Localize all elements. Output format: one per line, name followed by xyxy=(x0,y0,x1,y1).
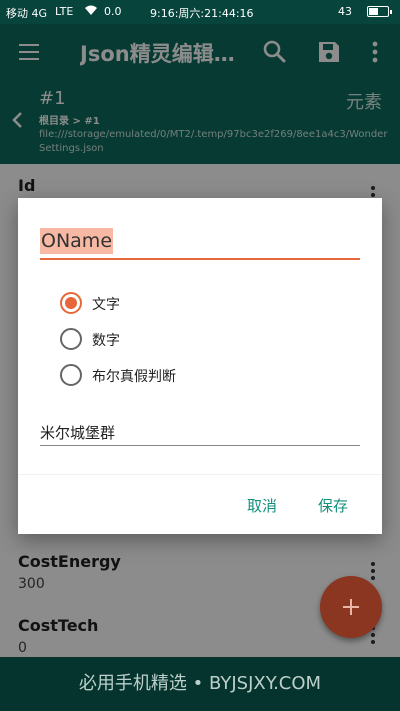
clock: 9:16:周六:21:44:16 xyxy=(150,7,254,20)
add-button[interactable] xyxy=(320,576,382,638)
wifi-icon xyxy=(84,5,98,19)
status-bar: 移动 4G LTE 0.0 9:16:周六:21:44:16 43 xyxy=(0,0,400,24)
radio-label: 文字 xyxy=(92,297,120,313)
network-type: LTE xyxy=(55,5,74,18)
dialog-actions: 取消 保存 xyxy=(18,474,382,534)
battery-percent: 43 xyxy=(338,5,352,18)
save-button[interactable]: 保存 xyxy=(318,495,348,516)
radio-button[interactable] xyxy=(60,292,82,314)
watermark-text: 必用手机精选 • BYJSJXY.COM xyxy=(78,673,322,694)
radio-button[interactable] xyxy=(60,328,82,350)
cancel-button[interactable]: 取消 xyxy=(247,495,277,516)
network-speed: 0.0 xyxy=(104,5,122,18)
field-name-text: OName xyxy=(40,228,114,254)
battery-level xyxy=(369,8,378,15)
carrier-label: 移动 4G xyxy=(6,7,48,20)
field-name-input[interactable]: OName xyxy=(40,228,360,260)
value-input[interactable]: 米尔城堡群 xyxy=(40,420,360,446)
watermark-banner: 必用手机精选 • BYJSJXY.COM xyxy=(0,657,400,711)
radio-label: 布尔真假判断 xyxy=(92,369,176,385)
battery-icon xyxy=(367,6,392,17)
radio-label: 数字 xyxy=(92,333,120,349)
value-text: 米尔城堡群 xyxy=(40,424,116,442)
edit-dialog: OName 文字 数字 布尔真假判断 米尔城堡群 取消 保存 xyxy=(18,198,382,534)
radio-button[interactable] xyxy=(60,364,82,386)
